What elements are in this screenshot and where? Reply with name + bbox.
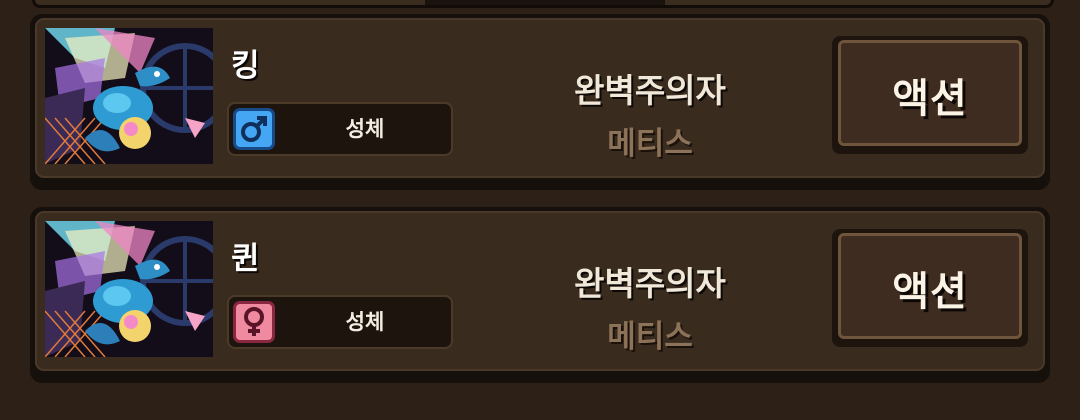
action-button-label: 액션 [892,76,968,122]
creature-portrait [45,28,213,164]
creature-list-screen: 킹 성체 완벽주의자 메티스 액션 퀸 성체 완벽주의자 메티스 액션 [0,0,1080,420]
female-symbol-icon [233,301,275,343]
action-button[interactable]: 액션 [832,36,1028,154]
male-symbol-icon [233,108,275,150]
previous-card-edge [32,0,1054,8]
gender-status-plate: 성체 [227,295,453,349]
dragon-portrait-image [45,221,213,357]
creature-name: 퀸 [231,241,261,277]
secondary-trait: 메티스 [607,126,693,162]
action-button-label: 액션 [892,269,968,315]
dragon-portrait-image [45,28,213,164]
creature-card: 킹 성체 완벽주의자 메티스 액션 [30,14,1050,190]
secondary-trait: 메티스 [607,319,693,355]
primary-trait: 완벽주의자 [574,71,726,110]
growth-stage-label: 성체 [345,117,385,141]
creature-portrait [45,221,213,357]
action-button[interactable]: 액션 [832,229,1028,347]
gender-status-plate: 성체 [227,102,453,156]
creature-name: 킹 [231,48,261,84]
creature-card: 퀸 성체 완벽주의자 메티스 액션 [30,207,1050,383]
primary-trait: 완벽주의자 [574,264,726,303]
growth-stage-label: 성체 [345,310,385,334]
